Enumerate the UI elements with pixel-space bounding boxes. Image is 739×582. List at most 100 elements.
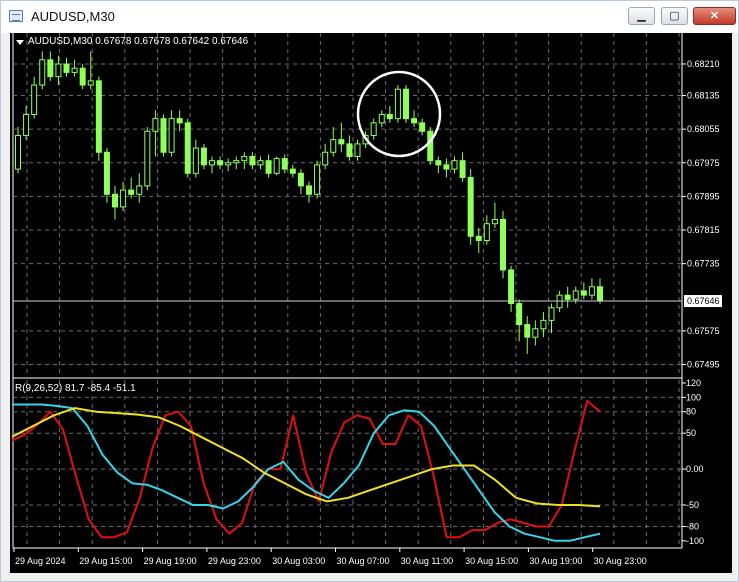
- price-header: AUDUSD,M30 0.67678 0.67678 0.67642 0.676…: [28, 36, 249, 47]
- time-tick-label: 30 Aug 19:00: [529, 556, 582, 566]
- maximize-button[interactable]: ▢: [661, 7, 688, 25]
- candle-body: [403, 88, 409, 120]
- candle-body: [500, 219, 506, 271]
- candle-body: [411, 118, 418, 124]
- indicator-tick-label: 100: [686, 392, 701, 402]
- candle-body: [128, 189, 135, 195]
- candle-body: [95, 80, 102, 153]
- candle-body: [273, 158, 280, 174]
- candle-body: [532, 328, 539, 338]
- candle-body: [120, 189, 127, 208]
- candle-body: [330, 139, 337, 153]
- price-tick-label: 0.68210: [687, 59, 720, 69]
- price-tick-label: 0.67575: [687, 326, 720, 336]
- candle-body: [346, 143, 353, 157]
- time-tick-label: 29 Aug 23:00: [208, 556, 261, 566]
- indicator-tick-label: -100: [686, 536, 704, 546]
- candle-body: [112, 193, 118, 208]
- candle-body: [176, 118, 183, 124]
- current-price-label: 0.67646: [687, 296, 720, 306]
- price-tick-label: 0.67495: [687, 359, 720, 369]
- candle-body: [314, 164, 321, 195]
- time-tick-label: 30 Aug 15:00: [465, 556, 518, 566]
- candle-body: [160, 118, 167, 153]
- candle-body: [491, 219, 498, 225]
- time-tick-label: 29 Aug 15:00: [79, 556, 132, 566]
- candle-body: [289, 168, 296, 174]
- candle-body: [15, 134, 21, 170]
- time-tick-label: 30 Aug 03:00: [272, 556, 325, 566]
- candle-body: [516, 303, 523, 326]
- candle-body: [152, 118, 159, 132]
- candle-body: [580, 290, 587, 296]
- time-tick-label: 29 Aug 2024: [15, 556, 66, 566]
- candle-body: [249, 155, 256, 166]
- candle-body: [508, 269, 515, 305]
- candle-body: [548, 307, 555, 321]
- candle-body: [39, 59, 46, 86]
- close-button[interactable]: ✕: [693, 7, 736, 25]
- candle-body: [71, 67, 78, 73]
- candle-body: [47, 59, 54, 78]
- candle-body: [564, 294, 571, 300]
- candle-body: [394, 88, 401, 120]
- candle-body: [209, 160, 215, 166]
- chart-app-icon: [9, 10, 23, 22]
- indicator-tick-label: 0.00: [686, 464, 704, 474]
- title-bar[interactable]: AUDUSD,M30 ▁ ▢ ✕: [1, 1, 738, 33]
- candle-body: [103, 151, 110, 195]
- candle-body: [338, 139, 345, 145]
- candle-body: [217, 160, 224, 166]
- candle-body: [257, 160, 264, 166]
- candle-body: [306, 185, 312, 195]
- candle-body: [443, 164, 450, 170]
- candle-body: [459, 160, 466, 178]
- time-tick-label: 30 Aug 07:00: [337, 556, 390, 566]
- candle-body: [572, 290, 579, 300]
- candle-body: [540, 319, 547, 330]
- price-tick-label: 0.67895: [687, 191, 720, 201]
- candle-body: [265, 160, 272, 174]
- price-tick-label: 0.68135: [687, 91, 720, 101]
- indicator-tick-label: 80: [686, 407, 696, 417]
- price-tick-label: 0.67815: [687, 225, 720, 235]
- candle-body: [144, 130, 151, 187]
- candle-body: [168, 118, 175, 153]
- indicator-header: R(9,26,52) 81.7 -85.4 -51.1: [15, 383, 136, 394]
- candle-body: [435, 160, 442, 166]
- candle-body: [31, 84, 38, 115]
- candle-body: [63, 63, 70, 73]
- candle-body: [370, 122, 377, 136]
- candle-body: [79, 67, 86, 86]
- time-tick-label: 30 Aug 23:00: [594, 556, 647, 566]
- candle-body: [467, 176, 474, 237]
- symbol-menu-icon[interactable]: [16, 40, 24, 45]
- candle-body: [475, 235, 482, 242]
- candle-body: [483, 223, 490, 242]
- candle-body: [55, 63, 62, 78]
- indicator-line-slow: [11, 407, 601, 508]
- indicator-tick-label: -50: [686, 500, 699, 510]
- candle-body: [233, 160, 240, 164]
- chart-area[interactable]: 0.68210 0.68135 0.68055 0.67975 0.67895 0.678…: [10, 33, 732, 573]
- indicator-tick-label: -80: [686, 521, 699, 531]
- candle-body: [588, 286, 595, 296]
- price-tick-label: 0.67735: [687, 259, 720, 269]
- candle-body: [184, 122, 191, 174]
- candle-body: [378, 113, 385, 124]
- time-tick-label: 29 Aug 19:00: [144, 556, 197, 566]
- indicator-tick-label: 50: [686, 428, 696, 438]
- chart-canvas[interactable]: 0.68210 0.68135 0.68055 0.67975 0.67895 0.678…: [10, 33, 732, 573]
- candle-body: [451, 160, 458, 170]
- candle-body: [200, 147, 207, 166]
- candle-body: [241, 155, 248, 162]
- minimize-button[interactable]: ▁: [628, 7, 655, 25]
- candle-body: [354, 143, 361, 157]
- candle-body: [225, 162, 232, 166]
- window-title: AUDUSD,M30: [31, 9, 115, 24]
- price-tick-label: 0.67975: [687, 158, 720, 168]
- candle-body: [524, 324, 531, 338]
- candle-body: [386, 113, 393, 120]
- candle-body: [136, 185, 143, 195]
- indicator-tick-label: 120: [686, 378, 701, 388]
